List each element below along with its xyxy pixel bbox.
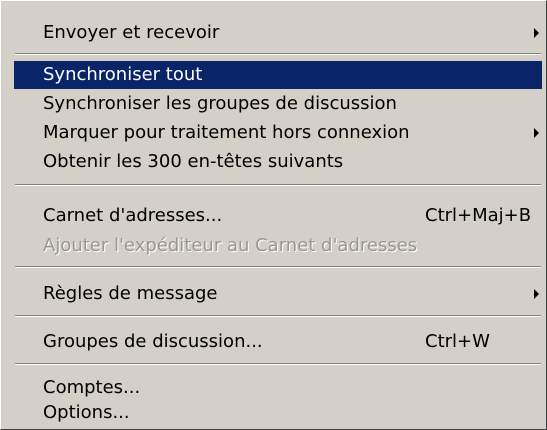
menu-item-label: Règles de message [43, 283, 218, 304]
menu-item-sync-newsgroups[interactable]: Synchroniser les groupes de discussion [14, 90, 542, 118]
menu-item-label: Groupes de discussion... [43, 331, 263, 352]
menu-item-label: Synchroniser tout [43, 64, 203, 85]
menu-separator [15, 184, 541, 186]
menu-item-options[interactable]: Options... [14, 399, 542, 427]
menu-item-label: Obtenir les 300 en-têtes suivants [43, 151, 344, 172]
menu-item-label: Marquer pour traitement hors connexion [43, 122, 410, 143]
menu-separator [15, 363, 541, 365]
menu-item-label: Envoyer et recevoir [43, 22, 220, 43]
menu-item-accounts[interactable]: Comptes... [14, 374, 542, 402]
menu-separator [15, 53, 541, 55]
menu-item-shortcut: Ctrl+Maj+B [425, 205, 532, 226]
submenu-arrow-icon [534, 289, 539, 299]
menu-item-label: Comptes... [43, 377, 141, 398]
menu-separator [15, 266, 541, 268]
menu-item-label: Synchroniser les groupes de discussion [43, 93, 397, 114]
menu-item-label: Ajouter l'expéditeur au Carnet d'adresse… [43, 235, 418, 256]
menu-item-address-book[interactable]: Carnet d'adresses... Ctrl+Maj+B [14, 202, 542, 230]
menu-item-message-rules[interactable]: Règles de message [14, 280, 542, 308]
menu-item-shortcut: Ctrl+W [425, 331, 490, 352]
tools-menu: Envoyer et recevoir Synchroniser tout Sy… [0, 0, 547, 430]
submenu-arrow-icon [534, 28, 539, 38]
menu-item-add-sender: Ajouter l'expéditeur au Carnet d'adresse… [14, 232, 542, 260]
menu-item-label: Options... [43, 402, 130, 423]
submenu-arrow-icon [534, 128, 539, 138]
menu-item-send-receive[interactable]: Envoyer et recevoir [14, 19, 542, 47]
menu-item-mark-offline[interactable]: Marquer pour traitement hors connexion [14, 119, 542, 147]
menu-item-newsgroups[interactable]: Groupes de discussion... Ctrl+W [14, 328, 542, 356]
menu-item-label: Carnet d'adresses... [43, 205, 223, 226]
menu-separator [15, 315, 541, 317]
menu-item-get-next-headers[interactable]: Obtenir les 300 en-têtes suivants [14, 148, 542, 176]
menu-item-sync-all[interactable]: Synchroniser tout [14, 61, 542, 89]
